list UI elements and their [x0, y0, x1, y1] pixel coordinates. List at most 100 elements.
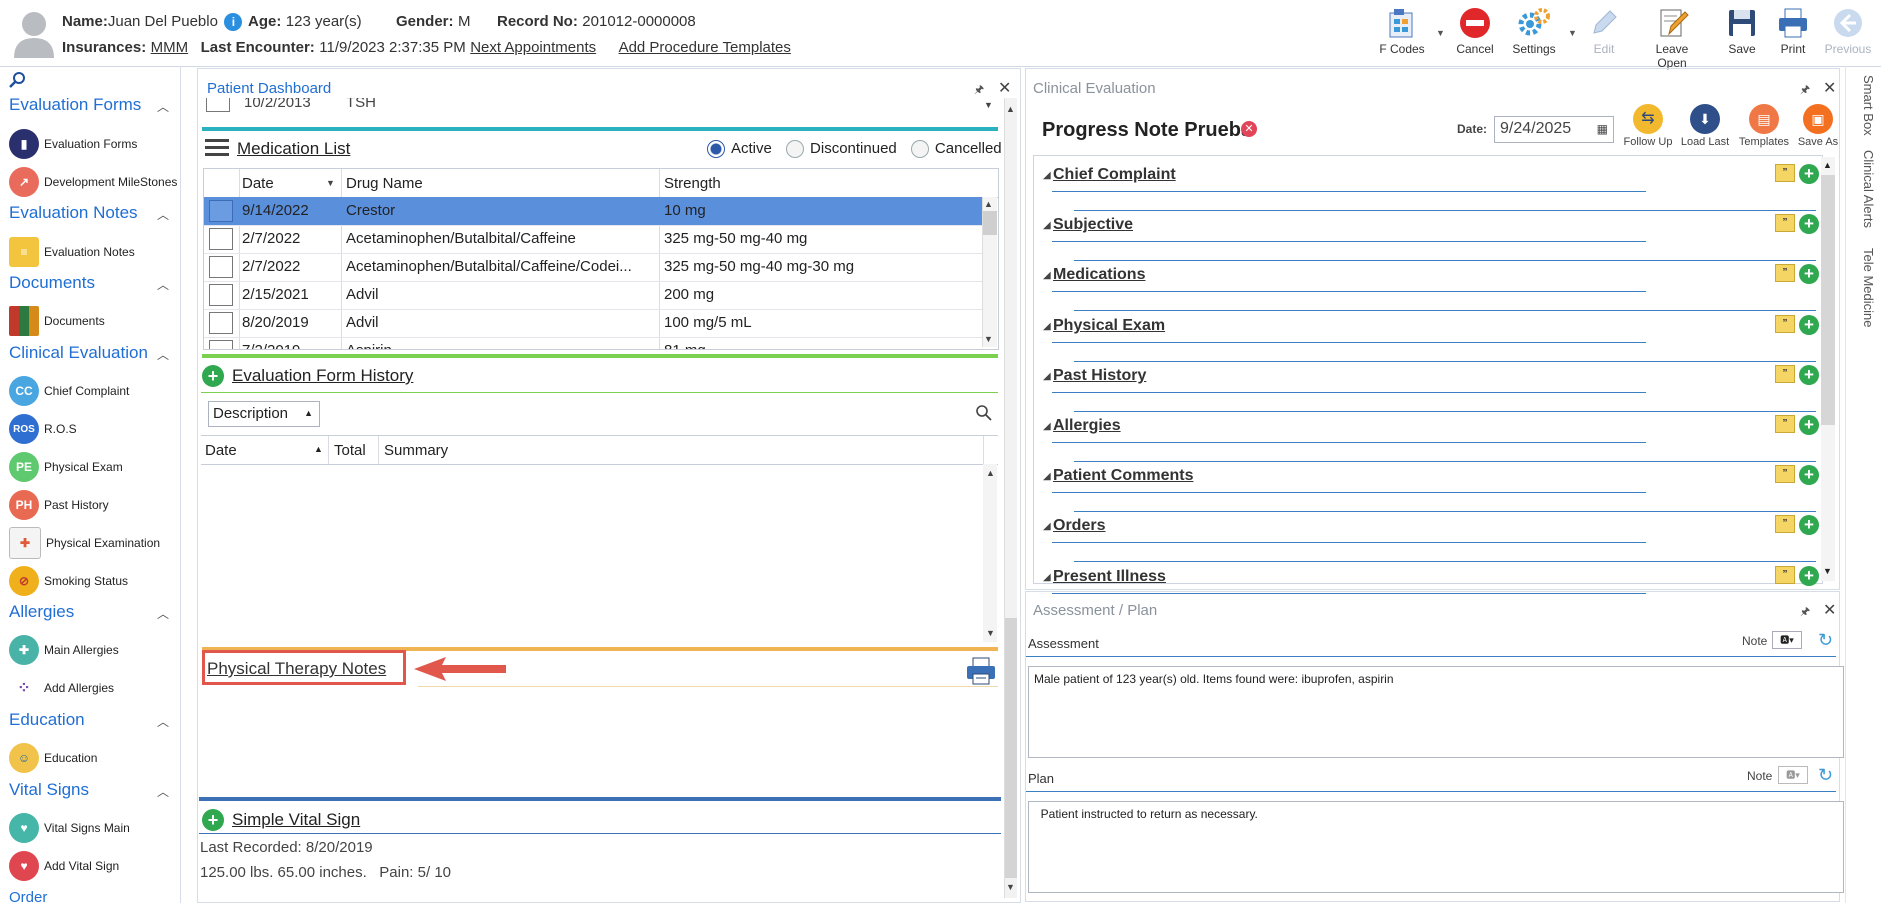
quote-template-icon[interactable]: ” [1775, 415, 1795, 433]
row-checkbox[interactable] [209, 256, 233, 278]
search-icon[interactable] [8, 71, 26, 94]
sidebar-item-evaluation-notes[interactable]: ≡ Evaluation Notes [9, 237, 135, 267]
pin-icon[interactable]: 🖈 [1800, 81, 1810, 100]
clinical-scrollbar[interactable] [1821, 157, 1835, 581]
save-as-button[interactable]: ▣ Save As [1789, 104, 1847, 148]
refresh-icon[interactable]: ↻ [1818, 765, 1833, 786]
section-clinical-evaluation[interactable]: Clinical Evaluation [9, 343, 148, 363]
column-header-drug-name[interactable]: Drug Name [346, 175, 423, 192]
column-header-date[interactable]: Date [242, 175, 274, 192]
tab-tele-medicine[interactable]: Tele Medicine [1846, 248, 1876, 338]
filter-active[interactable]: Active [707, 140, 772, 159]
sort-dropdown-icon[interactable]: ▼ [326, 178, 335, 188]
f-codes-dropdown-icon[interactable]: ▼ [1436, 28, 1445, 38]
add-section-icon[interactable]: + [1799, 565, 1819, 586]
print-button[interactable]: Print [1763, 6, 1823, 56]
cancel-button[interactable]: Cancel [1445, 6, 1505, 56]
row-checkbox[interactable] [209, 228, 233, 250]
sidebar-item-chief-complaint[interactable]: CC Chief Complaint [9, 376, 129, 406]
row-checkbox[interactable] [206, 98, 230, 112]
section-vital-signs[interactable]: Vital Signs [9, 780, 89, 800]
chevron-up-icon[interactable]: ︿ [157, 276, 169, 293]
section-orders[interactable]: Orders [1053, 517, 1105, 535]
section-evaluation-notes[interactable]: Evaluation Notes [9, 203, 138, 223]
sidebar-item-education[interactable]: ☺ Education [9, 743, 97, 773]
expand-triangle-icon[interactable]: ◢ [1043, 421, 1051, 432]
section-past-history[interactable]: Past History [1053, 367, 1146, 385]
section-physical-exam[interactable]: Physical Exam [1053, 317, 1165, 335]
sort-asc-icon[interactable]: ▲ [314, 444, 323, 454]
scroll-up-icon[interactable]: ▲ [986, 468, 995, 478]
chevron-up-icon[interactable]: ︿ [157, 206, 169, 223]
sidebar-item-physical-examination[interactable]: ✚ Physical Examination [9, 527, 160, 559]
add-section-icon[interactable]: + [1799, 465, 1819, 486]
add-vital-sign-icon[interactable]: + [202, 809, 224, 831]
column-header-total[interactable]: Total [334, 442, 366, 459]
quote-template-icon[interactable]: ” [1775, 515, 1795, 534]
section-education[interactable]: Education [9, 710, 85, 730]
section-allergies[interactable]: Allergies [9, 602, 74, 622]
quote-template-icon[interactable]: ” [1775, 164, 1795, 182]
medication-scrollbar[interactable] [982, 197, 997, 347]
eval-history-scrollbar[interactable] [983, 464, 997, 642]
section-order[interactable]: Order [9, 889, 47, 903]
chevron-up-icon[interactable]: ︿ [157, 605, 169, 622]
note-dropdown[interactable]: 🅰▾ [1772, 631, 1802, 649]
add-section-icon[interactable]: + [1799, 214, 1819, 235]
templates-button[interactable]: ▤ Templates [1733, 104, 1795, 148]
insurance-link[interactable]: MMM [151, 39, 189, 56]
refresh-icon[interactable]: ↻ [1818, 630, 1833, 651]
quote-template-icon[interactable]: ” [1775, 465, 1795, 484]
row-checkbox[interactable] [209, 200, 233, 222]
settings-button[interactable]: Settings [1504, 6, 1564, 56]
expand-triangle-icon[interactable]: ◢ [1043, 471, 1051, 482]
follow-up-button[interactable]: ⇆ Follow Up [1618, 104, 1678, 148]
table-row[interactable]: 9/14/2022 Crestor 10 mg [204, 197, 982, 226]
scroll-up-icon[interactable]: ▲ [1823, 160, 1832, 170]
print-notes-icon[interactable] [965, 656, 997, 691]
assessment-textarea[interactable]: Male patient of 123 year(s) old. Items f… [1028, 666, 1844, 758]
expand-triangle-icon[interactable]: ◢ [1043, 321, 1051, 332]
add-section-icon[interactable]: + [1799, 164, 1819, 184]
column-header-date[interactable]: Date [205, 442, 237, 459]
hamburger-menu-icon[interactable] [205, 137, 229, 164]
sidebar-item-documents[interactable]: Documents [9, 306, 105, 336]
leave-open-button[interactable]: Leave Open [1642, 6, 1702, 70]
quote-template-icon[interactable]: ” [1775, 214, 1795, 233]
sidebar-scrollbar[interactable] [180, 94, 181, 894]
sidebar-item-main-allergies[interactable]: ✚ Main Allergies [9, 635, 119, 665]
expand-triangle-icon[interactable]: ◢ [1043, 521, 1051, 532]
physical-therapy-notes-title[interactable]: Physical Therapy Notes [207, 659, 386, 679]
table-row[interactable]: 7/2/2019 Aspirin 81 mg [204, 337, 982, 349]
next-appointments-link[interactable]: Next Appointments [470, 39, 596, 56]
load-last-button[interactable]: ⬇ Load Last [1675, 104, 1735, 148]
close-icon[interactable]: ✕ [1823, 78, 1836, 98]
filter-discontinued[interactable]: Discontinued [786, 140, 897, 159]
sidebar-item-development-milestones[interactable]: ↗ Development MileStones [9, 167, 177, 197]
dashboard-scrollbar[interactable] [1004, 98, 1017, 898]
sidebar-item-smoking-status[interactable]: ⊘ Smoking Status [9, 566, 128, 596]
table-row[interactable]: 2/15/2021 Advil 200 mg [204, 281, 982, 310]
remove-note-icon[interactable]: ✕ [1241, 121, 1257, 137]
add-section-icon[interactable]: + [1799, 515, 1819, 536]
quote-template-icon[interactable]: ” [1775, 314, 1795, 333]
expand-triangle-icon[interactable]: ◢ [1043, 572, 1051, 583]
row-checkbox[interactable] [209, 284, 233, 306]
sidebar-item-add-allergies[interactable]: ⁘ Add Allergies [9, 673, 114, 703]
info-icon[interactable]: i [224, 13, 243, 31]
f-codes-button[interactable]: F Codes [1372, 6, 1432, 56]
section-subjective[interactable]: Subjective [1053, 216, 1133, 234]
section-documents[interactable]: Documents [9, 273, 95, 293]
add-section-icon[interactable]: + [1799, 415, 1819, 435]
medication-list-title[interactable]: Medication List [237, 139, 350, 159]
sidebar-item-evaluation-forms[interactable]: ▮ Evaluation Forms [9, 129, 137, 159]
sidebar-item-vital-signs-main[interactable]: ♥ Vital Signs Main [9, 813, 130, 843]
pin-icon[interactable]: 🖈 [1800, 603, 1810, 622]
column-header-summary[interactable]: Summary [384, 442, 448, 459]
chevron-up-icon[interactable]: ︿ [157, 98, 169, 115]
table-row[interactable]: 2/7/2022 Acetaminophen/Butalbital/Caffein… [204, 225, 982, 254]
note-dropdown[interactable]: 🅰▾ [1778, 766, 1808, 784]
row-checkbox[interactable] [209, 312, 233, 334]
table-row[interactable]: 8/20/2019 Advil 100 mg/5 mL [204, 309, 982, 338]
scroll-down-icon[interactable]: ▼ [984, 334, 993, 344]
